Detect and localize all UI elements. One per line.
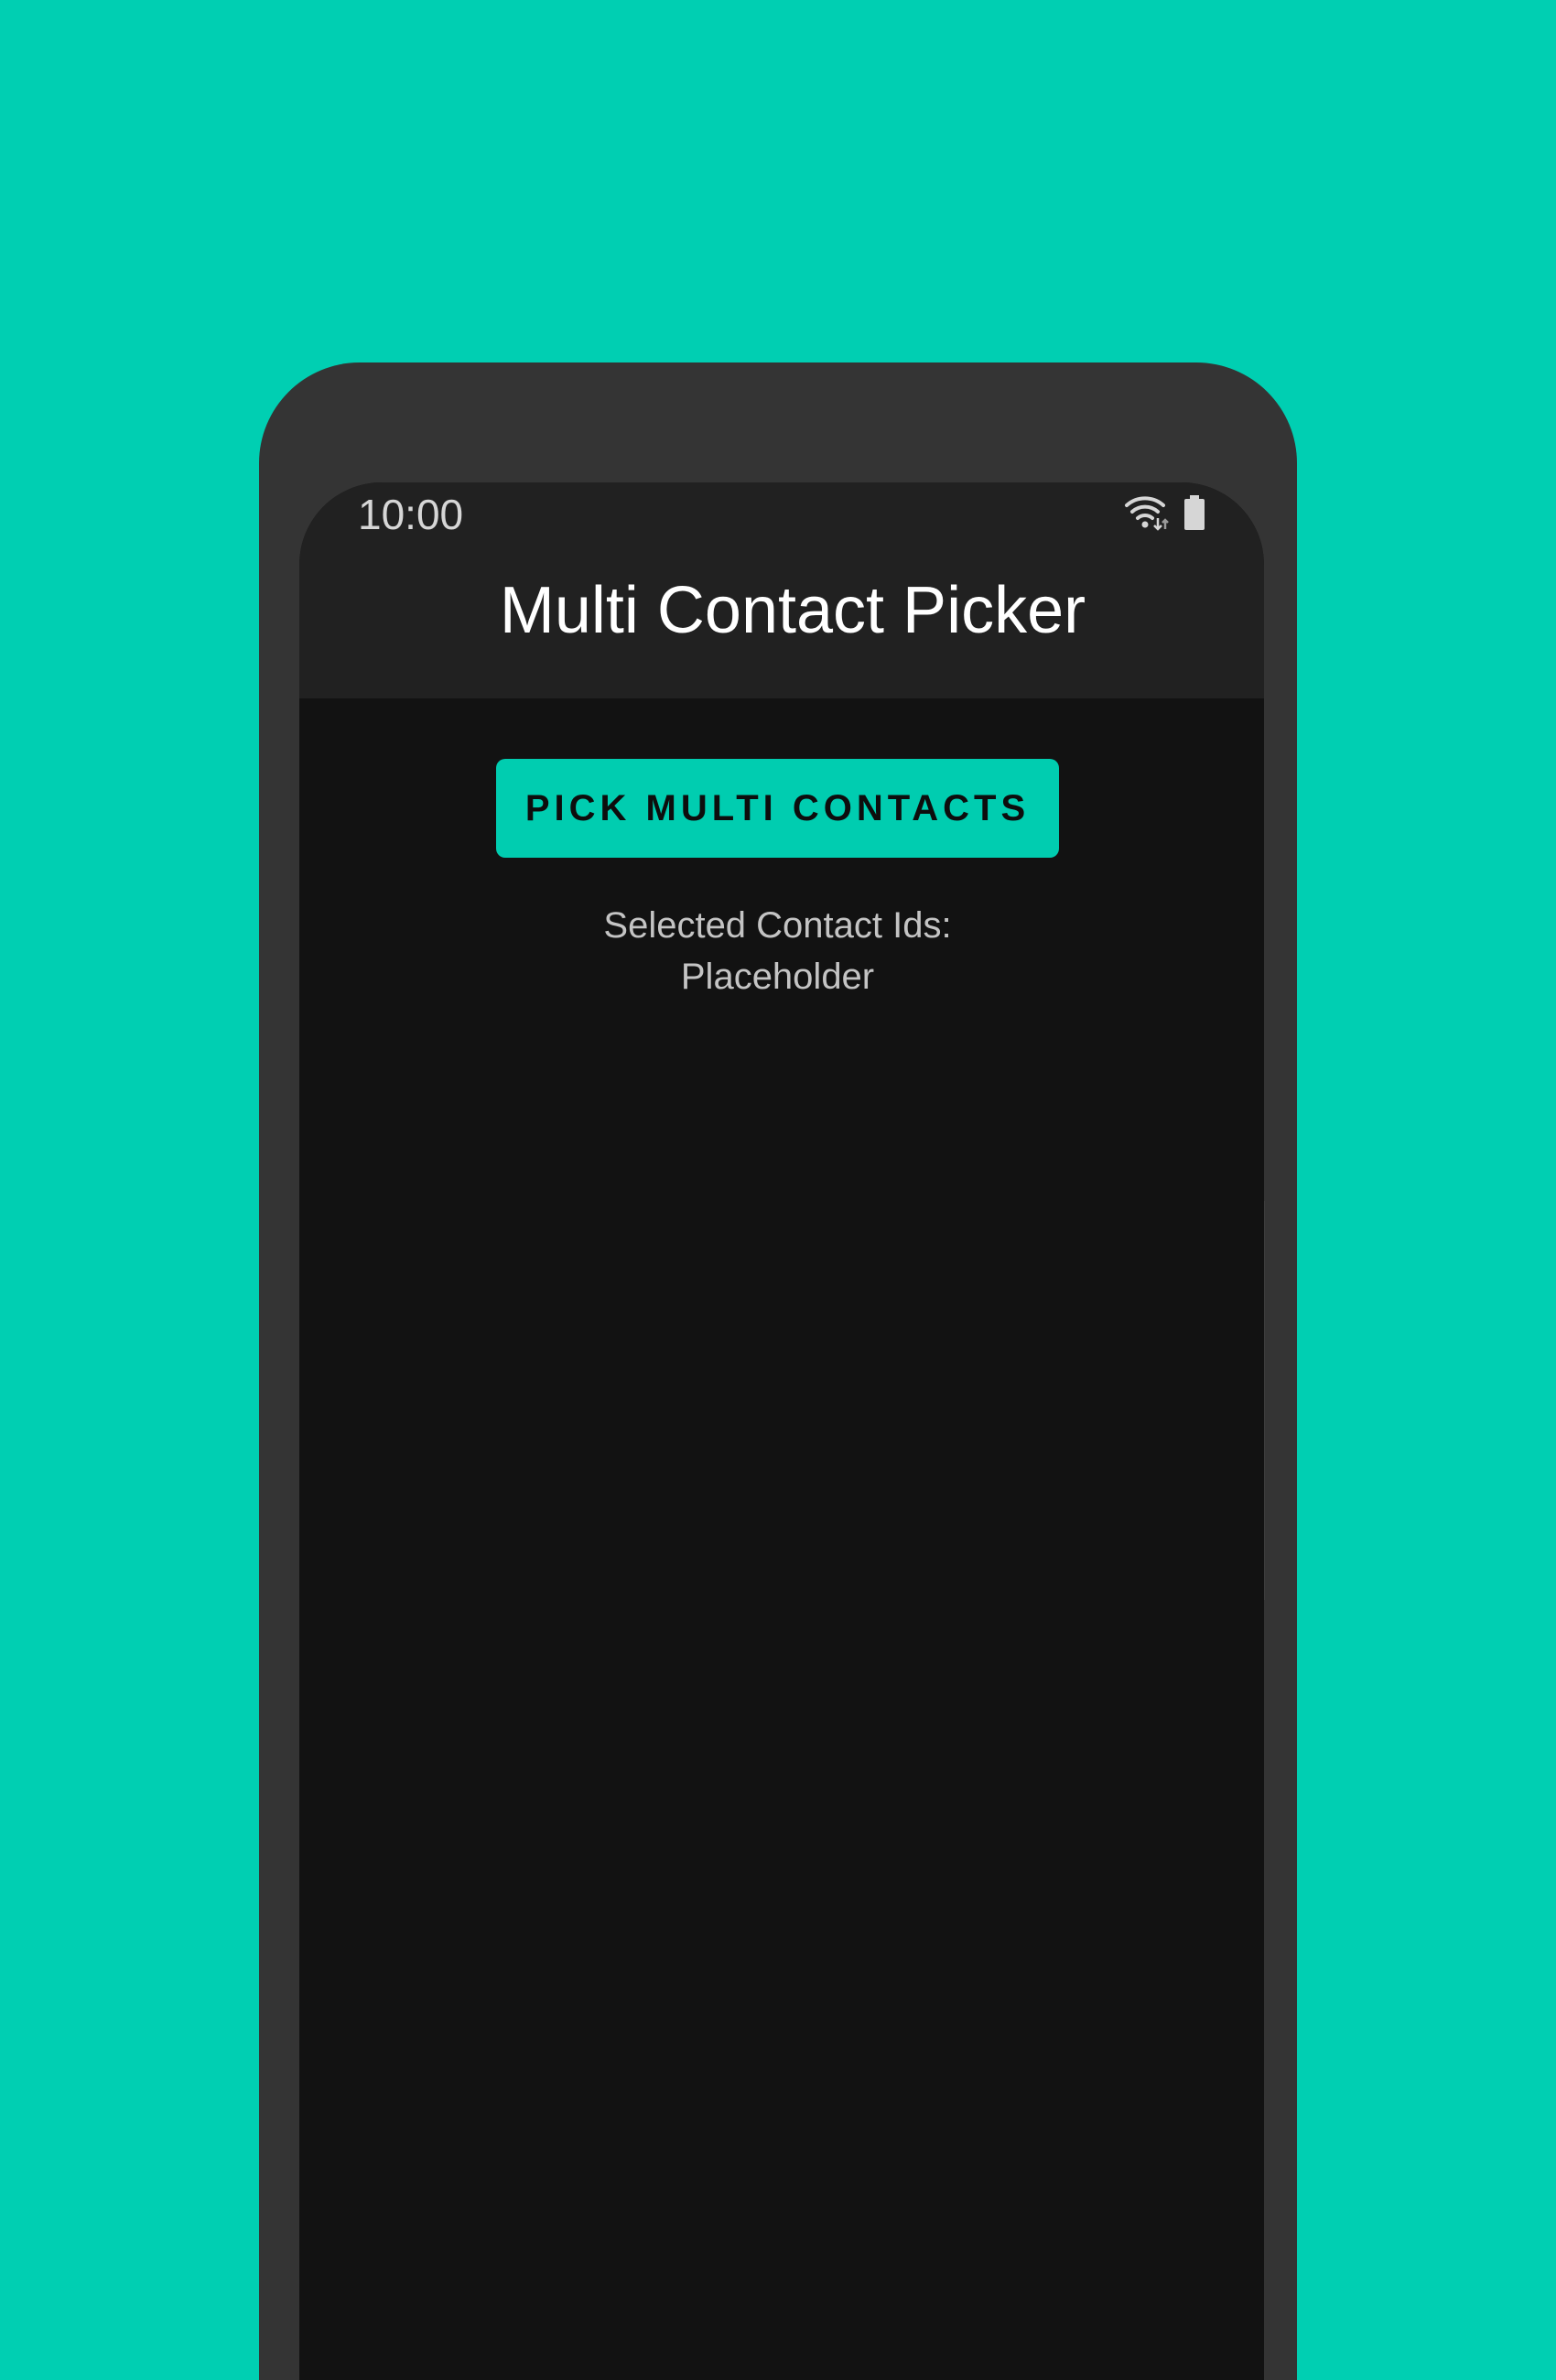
selected-contacts-text: Selected Contact Ids: Placeholder (299, 900, 1256, 1002)
selected-contacts-label: Selected Contact Ids: (603, 905, 952, 946)
battery-icon (1183, 494, 1205, 536)
main-content: PICK MULTI CONTACTS Selected Contact Ids… (299, 698, 1264, 2380)
wifi-icon (1123, 494, 1171, 536)
phone-screen: 10:00 Multi Contact Picker PICK MULTI CO… (299, 482, 1264, 2380)
selected-contacts-value: Placeholder (680, 957, 875, 997)
status-time: 10:00 (358, 491, 464, 538)
app-title: Multi Contact Picker (499, 574, 1086, 647)
status-icons (1123, 493, 1205, 536)
app-bar: 10:00 Multi Contact Picker (299, 482, 1264, 698)
pick-multi-contacts-button[interactable]: PICK MULTI CONTACTS (496, 759, 1059, 858)
